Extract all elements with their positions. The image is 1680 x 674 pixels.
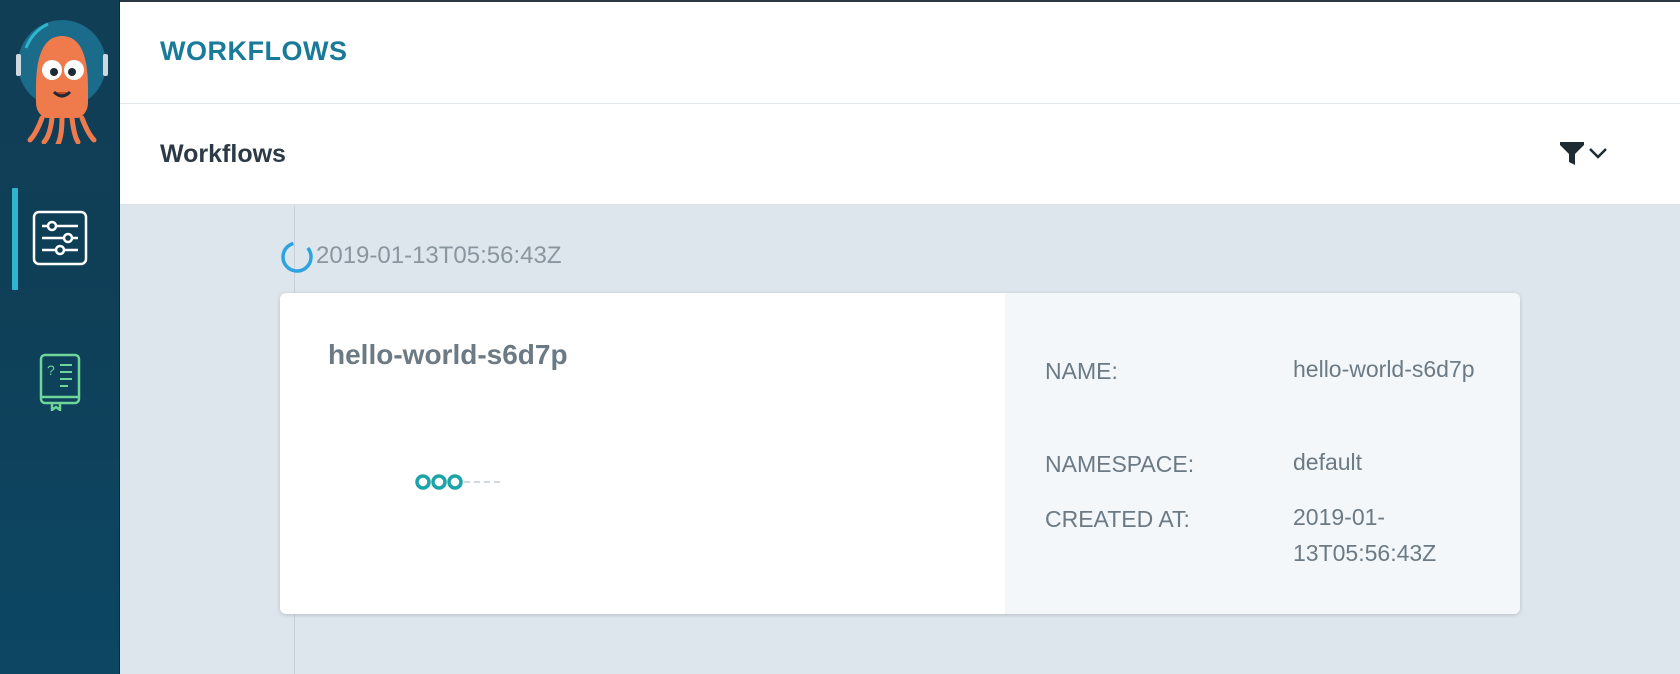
- workflow-name: hello-world-s6d7p: [328, 339, 568, 370]
- workflow-card[interactable]: hello-world-s6d7p NAME: hello-world-s6d7…: [280, 293, 1520, 614]
- section-title: Workflows: [160, 140, 286, 168]
- detail-value-name: hello-world-s6d7p: [1293, 356, 1475, 382]
- detail-value-created: 2019-01-13T05:56:43Z: [1293, 504, 1437, 566]
- detail-label-name: NAME:: [1045, 358, 1118, 384]
- top-bar: WORKFLOWS: [120, 0, 1680, 104]
- svg-text:?: ?: [47, 362, 55, 378]
- detail-label-created: CREATED AT:: [1045, 506, 1190, 532]
- filter-icon: [1558, 139, 1586, 172]
- detail-value-namespace: default: [1293, 449, 1363, 475]
- help-book-icon: ?: [38, 353, 82, 416]
- workflow-graph-preview: [414, 469, 504, 495]
- graph-node: [415, 474, 431, 490]
- toolbar: Workflows: [120, 104, 1680, 205]
- timeline-timestamp: 2019-01-13T05:56:43Z: [316, 242, 562, 269]
- graph-node: [431, 474, 447, 490]
- sidebar-item-workflows[interactable]: [0, 210, 120, 270]
- sidebar-item-help[interactable]: ?: [0, 352, 120, 416]
- graph-node: [447, 474, 463, 490]
- workflow-details-panel: NAME: hello-world-s6d7p NAMESPACE: defau…: [1005, 293, 1520, 614]
- sidebar: ?: [0, 0, 120, 674]
- page-title: WORKFLOWS: [160, 36, 348, 66]
- chevron-down-icon: [1588, 146, 1608, 165]
- sliders-icon: [32, 210, 88, 271]
- octopus-icon: [16, 20, 108, 147]
- detail-label-namespace: NAMESPACE:: [1045, 451, 1195, 477]
- filter-button[interactable]: [1558, 140, 1612, 170]
- running-status-icon: [280, 240, 314, 274]
- argo-logo[interactable]: [14, 18, 110, 147]
